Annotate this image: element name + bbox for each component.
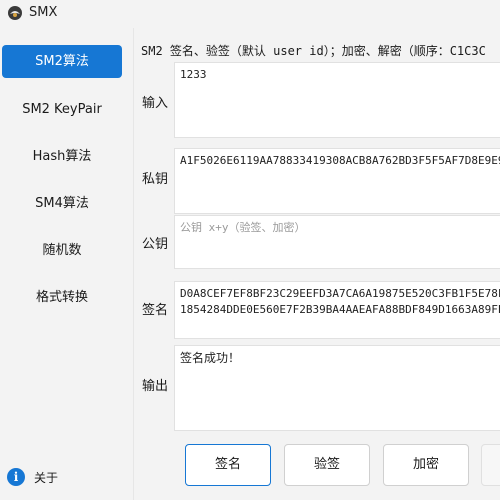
output-label: 输出 <box>142 379 169 394</box>
title-bar: SMX <box>0 0 500 28</box>
main-panel: SM2 签名、验签（默认 user id）；加密、解密（顺序：C1C3C 输入 … <box>133 28 500 500</box>
sidebar: SM2算法 SM2 KeyPair Hash算法 SM4算法 随机数 格式转换 … <box>0 28 133 500</box>
public-key-label: 公钥 <box>142 237 169 252</box>
verify-button[interactable]: 验签 <box>284 444 370 486</box>
private-key-label: 私钥 <box>142 172 169 187</box>
sidebar-item-format[interactable]: 格式转换 <box>2 281 122 314</box>
decrypt-button[interactable] <box>481 444 500 486</box>
sidebar-item-sm2[interactable]: SM2算法 <box>2 45 122 78</box>
private-key-field[interactable]: A1F5026E6119AA78833419308ACB8A762BD3F5F5… <box>174 148 500 214</box>
signature-line-2: 1854284DDE0E560E7F2B39BA4AAEAFA88BDF849D… <box>180 303 500 316</box>
sign-button[interactable]: 签名 <box>185 444 271 486</box>
signature-field[interactable]: D0A8CEF7EF8BF23C29EEFD3A7CA6A19875E520C3… <box>174 281 500 339</box>
app-logo-icon <box>8 6 22 20</box>
signature-line-1: D0A8CEF7EF8BF23C29EEFD3A7CA6A19875E520C3… <box>180 287 500 300</box>
window-title: SMX <box>29 5 58 20</box>
sidebar-item-sm2-keypair[interactable]: SM2 KeyPair <box>2 93 122 126</box>
public-key-field[interactable]: 公钥 x+y（验签、加密） <box>174 215 500 269</box>
sidebar-item-random[interactable]: 随机数 <box>2 234 122 267</box>
sidebar-item-sm4[interactable]: SM4算法 <box>2 187 122 220</box>
signature-label: 签名 <box>142 303 169 318</box>
sidebar-item-hash[interactable]: Hash算法 <box>2 140 122 173</box>
input-label: 输入 <box>142 96 169 111</box>
about-label: 关于 <box>34 471 59 485</box>
info-icon: i <box>7 468 25 486</box>
page-description: SM2 签名、验签（默认 user id）；加密、解密（顺序：C1C3C <box>141 44 486 58</box>
input-textarea[interactable]: 1233 <box>174 62 500 138</box>
encrypt-button[interactable]: 加密 <box>383 444 469 486</box>
output-textarea[interactable]: 签名成功！ <box>174 345 500 431</box>
